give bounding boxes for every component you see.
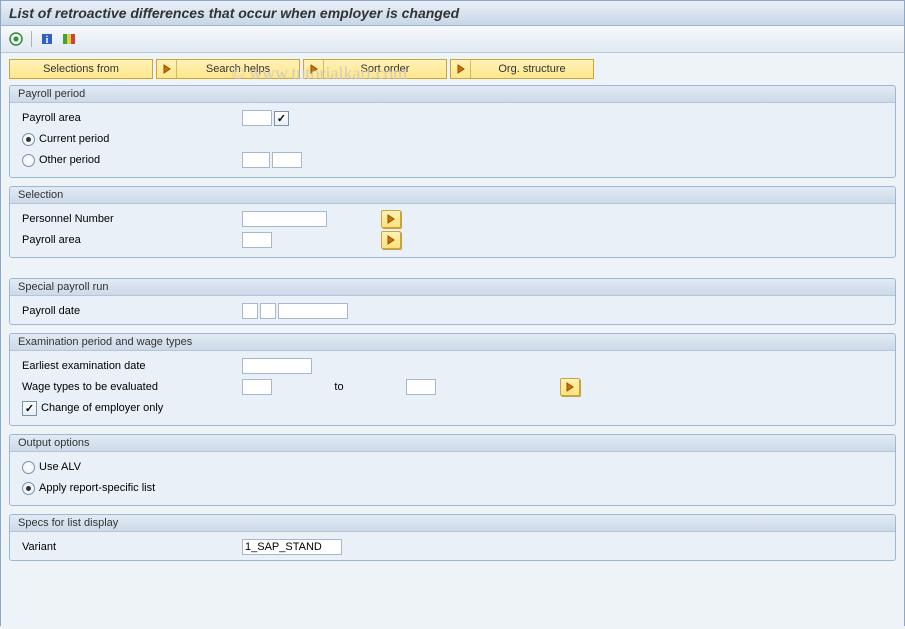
group-title: Specs for list display (10, 515, 895, 532)
wage-types-multi-icon[interactable] (560, 378, 580, 396)
group-output-options: Output options Use ALV Apply report-spec… (9, 434, 896, 506)
wage-types-label: Wage types to be evaluated (22, 381, 242, 393)
button-label: Selections from (18, 63, 144, 75)
change-employer-checkbox[interactable]: ✓ (22, 401, 37, 416)
sel-payroll-area-label: Payroll area (22, 234, 242, 246)
abc-icon[interactable] (60, 30, 78, 48)
group-title: Payroll period (10, 86, 895, 103)
other-period-input-2[interactable] (272, 152, 302, 168)
current-period-radio[interactable]: Current period (22, 133, 109, 146)
group-special-payroll: Special payroll run Payroll date (9, 278, 896, 325)
to-label: to (274, 381, 404, 393)
group-title: Special payroll run (10, 279, 895, 296)
payroll-area-label: Payroll area (22, 112, 242, 124)
wage-types-to-input[interactable] (406, 379, 436, 395)
sel-payroll-area-multi-icon[interactable] (381, 231, 401, 249)
use-alv-radio[interactable]: Use ALV (22, 461, 81, 474)
content-area: © www.tutorialkart.com Selections from S… (1, 53, 904, 629)
personnel-number-multi-icon[interactable] (381, 210, 401, 228)
apply-report-radio[interactable]: Apply report-specific list (22, 482, 155, 495)
page-title: List of retroactive differences that occ… (9, 5, 896, 21)
toolbar-divider (31, 31, 32, 47)
button-label: Sort order (324, 63, 446, 75)
sel-payroll-area-input[interactable] (242, 232, 272, 248)
button-label: Search helps (177, 63, 299, 75)
earliest-date-input[interactable] (242, 358, 312, 374)
payroll-date-label: Payroll date (22, 305, 242, 317)
arrow-right-icon (157, 60, 177, 78)
group-selection: Selection Personnel Number Payroll area (9, 186, 896, 258)
payroll-date-input-3[interactable] (278, 303, 348, 319)
group-title: Selection (10, 187, 895, 204)
info-icon[interactable]: i (38, 30, 56, 48)
personnel-number-input[interactable] (242, 211, 327, 227)
radio-label: Other period (39, 154, 100, 166)
title-bar: List of retroactive differences that occ… (1, 1, 904, 26)
payroll-area-input[interactable] (242, 110, 272, 126)
group-title: Examination period and wage types (10, 334, 895, 351)
variant-label: Variant (22, 541, 242, 553)
group-payroll-period: Payroll period Payroll area ✓ Current pe… (9, 85, 896, 178)
other-period-input-1[interactable] (242, 152, 270, 168)
toolbar: i (1, 26, 904, 53)
arrow-right-icon (451, 60, 471, 78)
radio-label: Apply report-specific list (39, 482, 155, 494)
group-specs: Specs for list display Variant (9, 514, 896, 561)
button-label: Org. structure (471, 63, 593, 75)
radio-icon (22, 461, 35, 474)
selections-from-button[interactable]: Selections from (9, 59, 153, 79)
org-structure-button[interactable]: Org. structure (450, 59, 594, 79)
button-row: Selections from Search helps Sort order … (9, 59, 896, 79)
other-period-radio[interactable]: Other period (22, 154, 242, 167)
payroll-date-input-2[interactable] (260, 303, 276, 319)
radio-label: Current period (39, 133, 109, 145)
earliest-label: Earliest examination date (22, 360, 242, 372)
personnel-number-label: Personnel Number (22, 213, 242, 225)
svg-text:i: i (46, 35, 49, 46)
arrow-right-icon (304, 60, 324, 78)
radio-icon (22, 154, 35, 167)
radio-icon (22, 133, 35, 146)
group-title: Output options (10, 435, 895, 452)
payroll-area-search-help[interactable]: ✓ (274, 111, 289, 126)
radio-label: Use ALV (39, 461, 81, 473)
radio-icon (22, 482, 35, 495)
group-examination: Examination period and wage types Earlie… (9, 333, 896, 426)
sort-order-button[interactable]: Sort order (303, 59, 447, 79)
change-employer-label: Change of employer only (41, 402, 163, 414)
search-helps-button[interactable]: Search helps (156, 59, 300, 79)
payroll-date-input-1[interactable] (242, 303, 258, 319)
variant-input[interactable] (242, 539, 342, 555)
wage-types-from-input[interactable] (242, 379, 272, 395)
execute-icon[interactable] (7, 30, 25, 48)
